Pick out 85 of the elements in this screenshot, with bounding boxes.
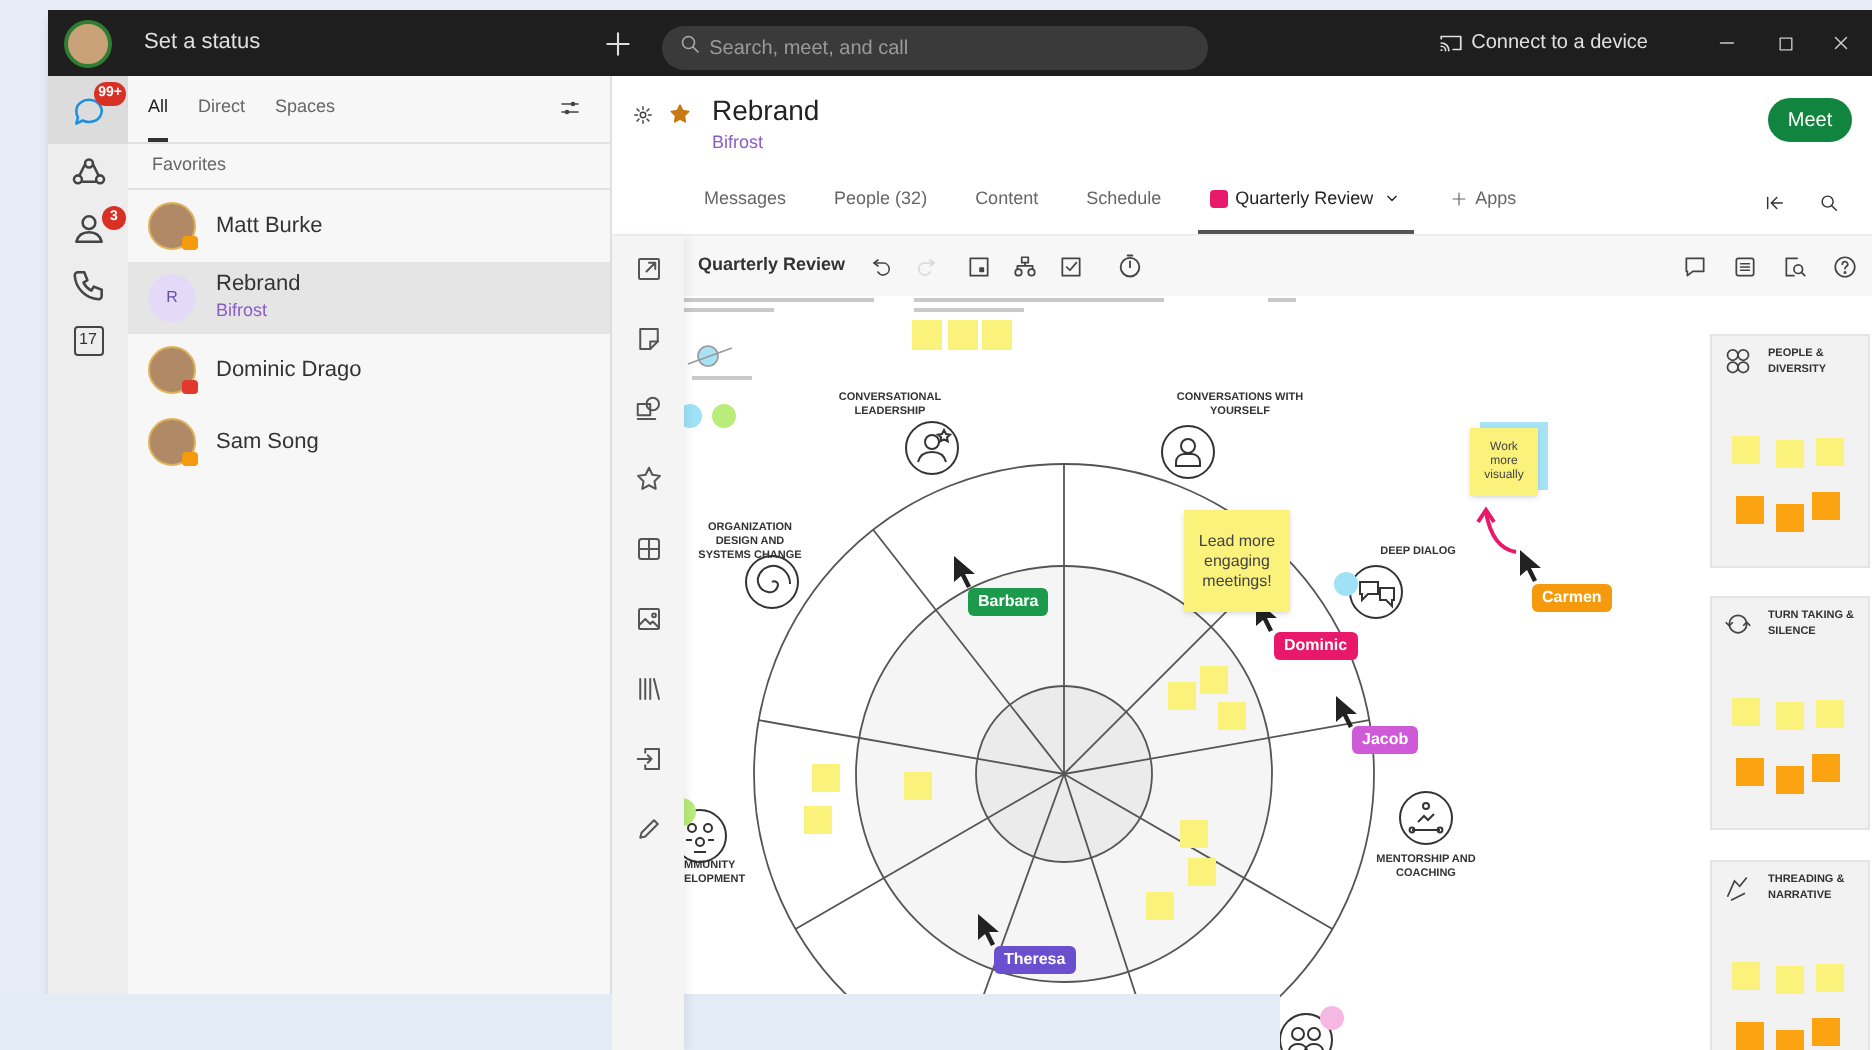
coaching-icon [1399,791,1453,845]
plus-icon[interactable] [601,27,634,59]
find-document-icon[interactable] [1782,253,1808,279]
filter-tab[interactable]: Direct [198,93,246,142]
conversation-item[interactable]: Sam Song [128,406,610,478]
cursor-icon [954,556,975,588]
dot [1334,572,1358,596]
share-icon[interactable] [1764,192,1786,214]
conversation-name: Matt Burke [216,213,323,239]
image-icon[interactable] [633,604,663,634]
cursor-name-tag: Jacob [1352,726,1419,754]
external-link-icon[interactable] [633,254,663,284]
cursor-icon [978,914,999,946]
connect-device-button[interactable]: Connect to a device [1437,28,1648,58]
conversation-item[interactable]: Dominic Drago [128,334,610,406]
sign-in-icon[interactable] [633,744,663,774]
search-icon [677,31,702,55]
timer-icon[interactable] [1115,252,1144,280]
settings-icon[interactable] [632,104,654,126]
conversation-item[interactable]: R Rebrand Bifrost [128,262,610,334]
cursor-name-tag: Theresa [994,946,1076,974]
cycle-icon [1724,610,1752,638]
shapes-icon[interactable] [633,394,663,424]
cursor-icon [1520,550,1541,582]
cast-icon [1437,30,1464,56]
hierarchy-icon[interactable] [1011,253,1038,279]
conversation-subtitle: Bifrost [216,297,270,324]
space-avatar: R [148,274,196,322]
plus-icon [1449,189,1468,208]
section-header: Favorites [128,144,610,190]
sticky-notes-drawing [912,320,1012,350]
conversation-name: Sam Song [216,429,319,455]
space-subtitle[interactable]: Bifrost [712,130,820,157]
chat-bubbles-icon [1349,565,1403,619]
comment-icon[interactable] [1682,253,1708,279]
space-tab[interactable]: Messages [692,185,799,234]
search-icon[interactable] [1818,192,1840,214]
star-icon[interactable] [633,464,663,494]
conversation-item[interactable]: Matt Burke [128,190,610,262]
space-tab[interactable]: Apps [1437,185,1529,234]
filter-tab[interactable]: All [148,93,169,142]
close-icon[interactable] [1830,32,1852,54]
undo-icon[interactable] [869,254,894,278]
avatar [148,202,196,250]
avatar [148,418,196,466]
board-title: Quarterly Review [698,252,846,279]
conversation-name: Dominic Drago [216,357,362,383]
cursor-name-tag: Carmen [1532,584,1612,612]
pencil-icon[interactable] [633,814,663,844]
avatar[interactable] [64,19,112,67]
spiral-icon [745,555,799,609]
help-icon[interactable] [1832,253,1858,279]
meet-button[interactable]: Meet [1768,98,1852,142]
status-text[interactable]: Set a status [144,26,261,60]
cursor-name-tag: Dominic [1274,632,1358,660]
space-tab[interactable]: Content [963,185,1051,234]
search-field[interactable]: Search, meet, and call [661,26,1208,70]
space-tab[interactable]: People (32) [822,185,940,234]
cursor-name-tag: Barbara [968,588,1049,616]
mini-diagram-drawing [687,345,733,367]
contacts-icon [69,209,107,247]
phone-icon [69,265,107,303]
navigation-button[interactable]: 17 [48,312,128,368]
checkbox-icon[interactable] [1057,253,1084,279]
sticky-note[interactable]: Lead more engaging meetings! [1184,510,1290,612]
maximize-icon[interactable] [1776,33,1796,53]
space-tab[interactable]: Schedule [1074,185,1174,234]
calendar-icon: 17 [73,325,103,355]
grid-icon[interactable] [633,534,663,564]
person-icon [1161,425,1215,479]
curved-arrow [1476,506,1517,554]
cursor-icon [1336,696,1357,728]
list-icon[interactable] [1732,253,1758,279]
space-title: Rebrand [712,94,820,128]
filter-tab[interactable]: Spaces [275,93,336,142]
filter-icon[interactable] [558,96,582,120]
sticky-note-icon[interactable] [633,324,663,354]
dot [1320,1006,1344,1030]
star-icon[interactable] [668,102,692,126]
library-icon[interactable] [633,674,663,704]
conversation-name: Rebrand [216,271,301,298]
dot [712,404,736,428]
frame-icon[interactable] [965,253,992,279]
avatar [148,346,196,394]
app-icon [1209,189,1228,208]
